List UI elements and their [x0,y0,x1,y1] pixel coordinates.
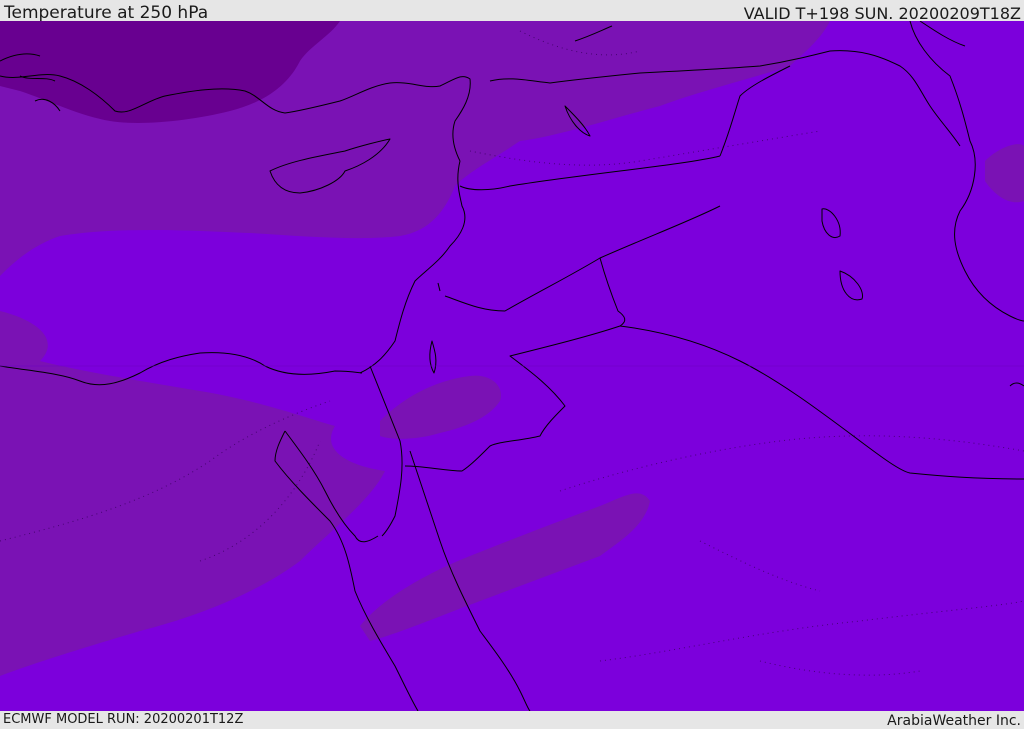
map-title: Temperature at 250 hPa [4,3,209,23]
temperature-map [0,21,1024,711]
credit-label: ArabiaWeather Inc. [887,713,1021,729]
model-run-label: ECMWF MODEL RUN: 20200201T12Z [3,712,244,727]
